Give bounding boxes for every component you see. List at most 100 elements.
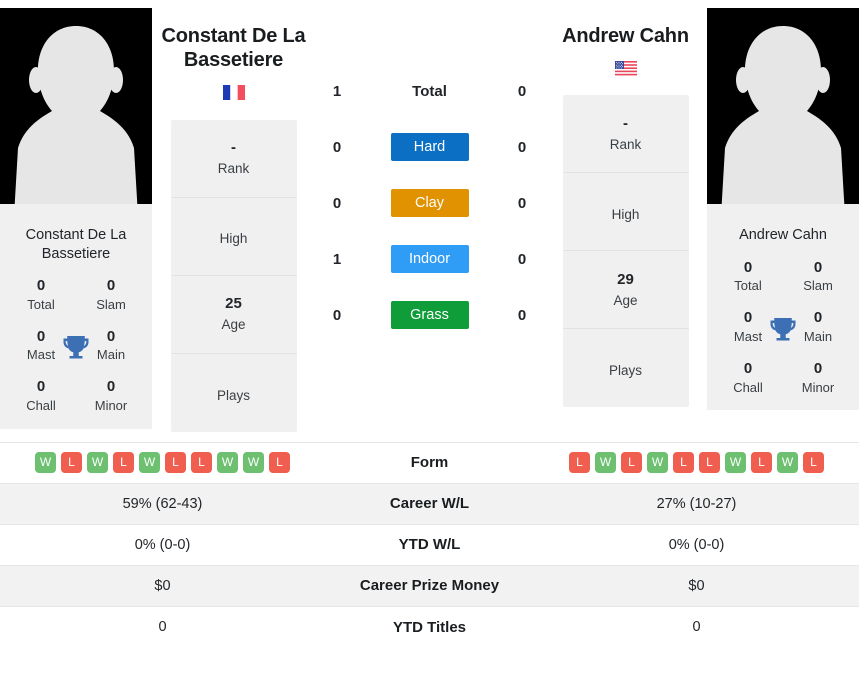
avatar-placeholder-icon: [0, 8, 152, 216]
left-form-badge: L: [165, 452, 186, 474]
right-info-rank: - Rank: [562, 95, 689, 174]
right-titles-total-value: 0: [743, 258, 753, 276]
right-titles-chall-value: 0: [743, 359, 753, 377]
right-info-card: - Rank High 29 Age Plays: [562, 95, 689, 408]
left-player-name: Constant De La Bassetiere: [161, 25, 306, 72]
left-form-badge: W: [243, 452, 264, 474]
left-titles-slam: 0 Slam: [76, 277, 146, 314]
h2h-hard-left-score: 0: [332, 138, 342, 156]
h2h-hard-right-score: 0: [517, 138, 527, 156]
right-player-info-column: Andrew Cahn - Rank High 29 Age Plays: [544, 8, 707, 408]
right-titles-slam-label: Slam: [803, 278, 833, 294]
left-info-card: - Rank High 25 Age Plays: [170, 119, 297, 432]
h2h-row-grass: 0 Grass 0: [315, 287, 544, 343]
right-titles-main-value: 0: [813, 309, 823, 327]
right-form-badge: L: [621, 452, 642, 474]
flag-united-states-icon: [614, 57, 637, 79]
h2h-clay-badge[interactable]: Clay: [390, 188, 469, 218]
h2h-indoor-right-score: 0: [517, 250, 527, 268]
right-info-plays-label: Plays: [608, 363, 642, 379]
right-player-photo[interactable]: [707, 8, 859, 216]
stats-row-form: WLWLWLLWWL Form LWLWLLWLWL: [0, 441, 859, 484]
left-titles-total-value: 0: [36, 277, 46, 295]
left-form-badge: L: [269, 452, 290, 474]
left-info-age-label: Age: [221, 316, 246, 332]
left-titles-slam-value: 0: [106, 277, 116, 295]
head-to-head-column: 1 Total 0 0 Hard 0 0 Clay 0 1 Indoor 0 0…: [315, 8, 544, 343]
left-info-plays-label: Plays: [216, 387, 250, 403]
left-titles-mast-value: 0: [36, 327, 46, 345]
right-form-badge: W: [777, 452, 798, 474]
left-titles-chall-value: 0: [36, 378, 46, 396]
left-info-age: 25 Age: [170, 276, 297, 354]
right-form-badge: L: [569, 452, 590, 474]
right-titles-chall: 0 Chall: [713, 360, 783, 397]
stats-row-ytd-titles: 0 YTD Titles 0: [0, 605, 859, 648]
left-form-cell: WLWLWLLWWL: [0, 441, 325, 484]
right-info-age-label: Age: [613, 292, 638, 308]
stats-label-form: Form: [325, 441, 534, 484]
left-form-badge: L: [61, 452, 82, 474]
left-titles-total: 0 Total: [6, 277, 76, 314]
right-titles-card-name: Andrew Cahn: [739, 227, 827, 243]
h2h-indoor-badge[interactable]: Indoor: [390, 244, 469, 274]
right-form-badge: L: [803, 452, 824, 474]
left-form-badge: L: [113, 452, 134, 474]
left-titles-card-name: Constant De La Bassetiere: [25, 227, 127, 262]
right-titles-total-label: Total: [734, 278, 762, 294]
right-titles-slam: 0 Slam: [783, 259, 853, 296]
stats-row-ytd-wl: 0% (0-0) YTD W/L 0% (0-0): [0, 523, 859, 566]
right-form-badge: W: [595, 452, 616, 474]
right-titles-mast: 0 Mast: [713, 309, 783, 346]
stats-row-career-prize-money: $0 Career Prize Money $0: [0, 564, 859, 607]
right-info-age: 29 Age: [562, 251, 689, 330]
left-titles-mast: 0 Mast: [6, 328, 76, 365]
stats-label-career-prize-money: Career Prize Money: [325, 564, 534, 607]
left-titles-card: Constant De La Bassetiere 0 Total 0 Slam…: [0, 216, 152, 430]
h2h-total-right-score: 0: [517, 82, 527, 100]
left-career-prize-money: $0: [0, 564, 325, 607]
left-titles-chall-label: Chall: [26, 398, 56, 414]
left-titles-minor-label: Minor: [94, 398, 128, 414]
h2h-total-label: Total: [412, 82, 447, 100]
right-career-prize-money: $0: [534, 564, 859, 607]
right-info-high: High: [562, 173, 689, 252]
h2h-grass-badge[interactable]: Grass: [390, 300, 469, 330]
left-form-badges: WLWLWLLWWL: [6, 452, 319, 474]
left-form-badge: W: [139, 452, 160, 474]
right-info-age-value: 29: [617, 271, 634, 289]
right-titles-main: 0 Main: [783, 309, 853, 346]
right-titles-chall-label: Chall: [733, 379, 763, 395]
left-form-badge: W: [35, 452, 56, 474]
left-player-photo[interactable]: [0, 8, 152, 216]
h2h-grass-left-score: 0: [332, 306, 342, 324]
left-titles-total-label: Total: [27, 296, 55, 312]
stats-row-career-wl: 59% (62-43) Career W/L 27% (10-27): [0, 482, 859, 525]
h2h-row-total: 1 Total 0: [315, 63, 544, 119]
left-titles-grid: 0 Total 0 Slam 0 Mast 0 Main 0 Chall 0 M…: [6, 277, 146, 415]
left-titles-minor-value: 0: [106, 378, 116, 396]
left-player-info-column: Constant De La Bassetiere - Rank High 25…: [152, 8, 315, 432]
left-info-high-label: High: [219, 231, 248, 247]
left-info-age-value: 25: [225, 295, 242, 313]
h2h-total-left-score: 1: [332, 82, 342, 100]
player-comparison-page: Constant De La Bassetiere 0 Total 0 Slam…: [0, 0, 859, 689]
right-form-cell: LWLWLLWLWL: [534, 441, 859, 484]
right-titles-grid: 0 Total 0 Slam 0 Mast 0 Main 0 Chall 0 M…: [713, 259, 853, 397]
flag-france-icon: [222, 82, 245, 104]
left-titles-chall: 0 Chall: [6, 378, 76, 415]
h2h-hard-badge[interactable]: Hard: [390, 132, 469, 162]
h2h-clay-right-score: 0: [517, 194, 527, 212]
h2h-indoor-left-score: 1: [332, 250, 342, 268]
left-info-rank: - Rank: [170, 120, 297, 198]
right-player-card: Andrew Cahn 0 Total 0 Slam 0 Mast 0 Main…: [707, 8, 859, 411]
right-titles-minor-value: 0: [813, 359, 823, 377]
left-form-badge: L: [191, 452, 212, 474]
right-info-rank-label: Rank: [609, 136, 642, 152]
right-titles-main-label: Main: [803, 328, 833, 344]
left-career-wl: 59% (62-43): [0, 482, 325, 525]
right-titles-minor: 0 Minor: [783, 360, 853, 397]
left-ytd-wl: 0% (0-0): [0, 523, 325, 566]
left-info-rank-label: Rank: [217, 160, 250, 176]
right-form-badge: L: [751, 452, 772, 474]
